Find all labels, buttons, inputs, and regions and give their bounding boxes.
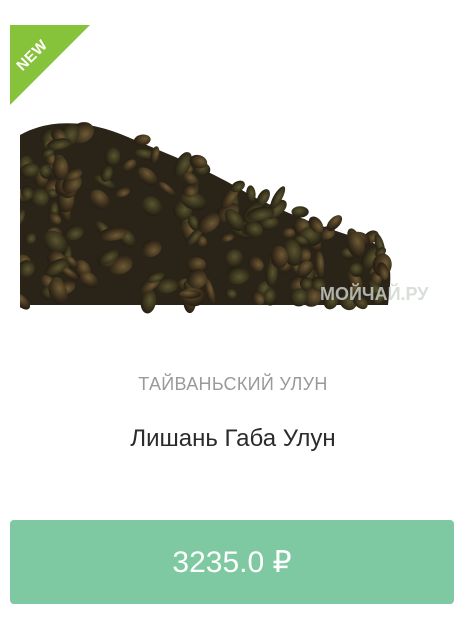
product-image[interactable]: МОЙЧАЙ.РУ bbox=[20, 100, 440, 330]
product-card[interactable]: NEW МОЙЧАЙ.РУ ТАЙВАНЬСКИЙ УЛУН Лишань Га… bbox=[0, 0, 466, 625]
product-title[interactable]: Лишань Габа Улун bbox=[0, 425, 466, 453]
price-label: 3235.0 ₽ bbox=[172, 545, 292, 579]
price-button[interactable]: 3235.0 ₽ bbox=[10, 520, 454, 604]
product-category: ТАЙВАНЬСКИЙ УЛУН bbox=[138, 374, 328, 394]
image-watermark: МОЙЧАЙ.РУ bbox=[320, 283, 429, 304]
new-badge: NEW bbox=[10, 25, 90, 105]
